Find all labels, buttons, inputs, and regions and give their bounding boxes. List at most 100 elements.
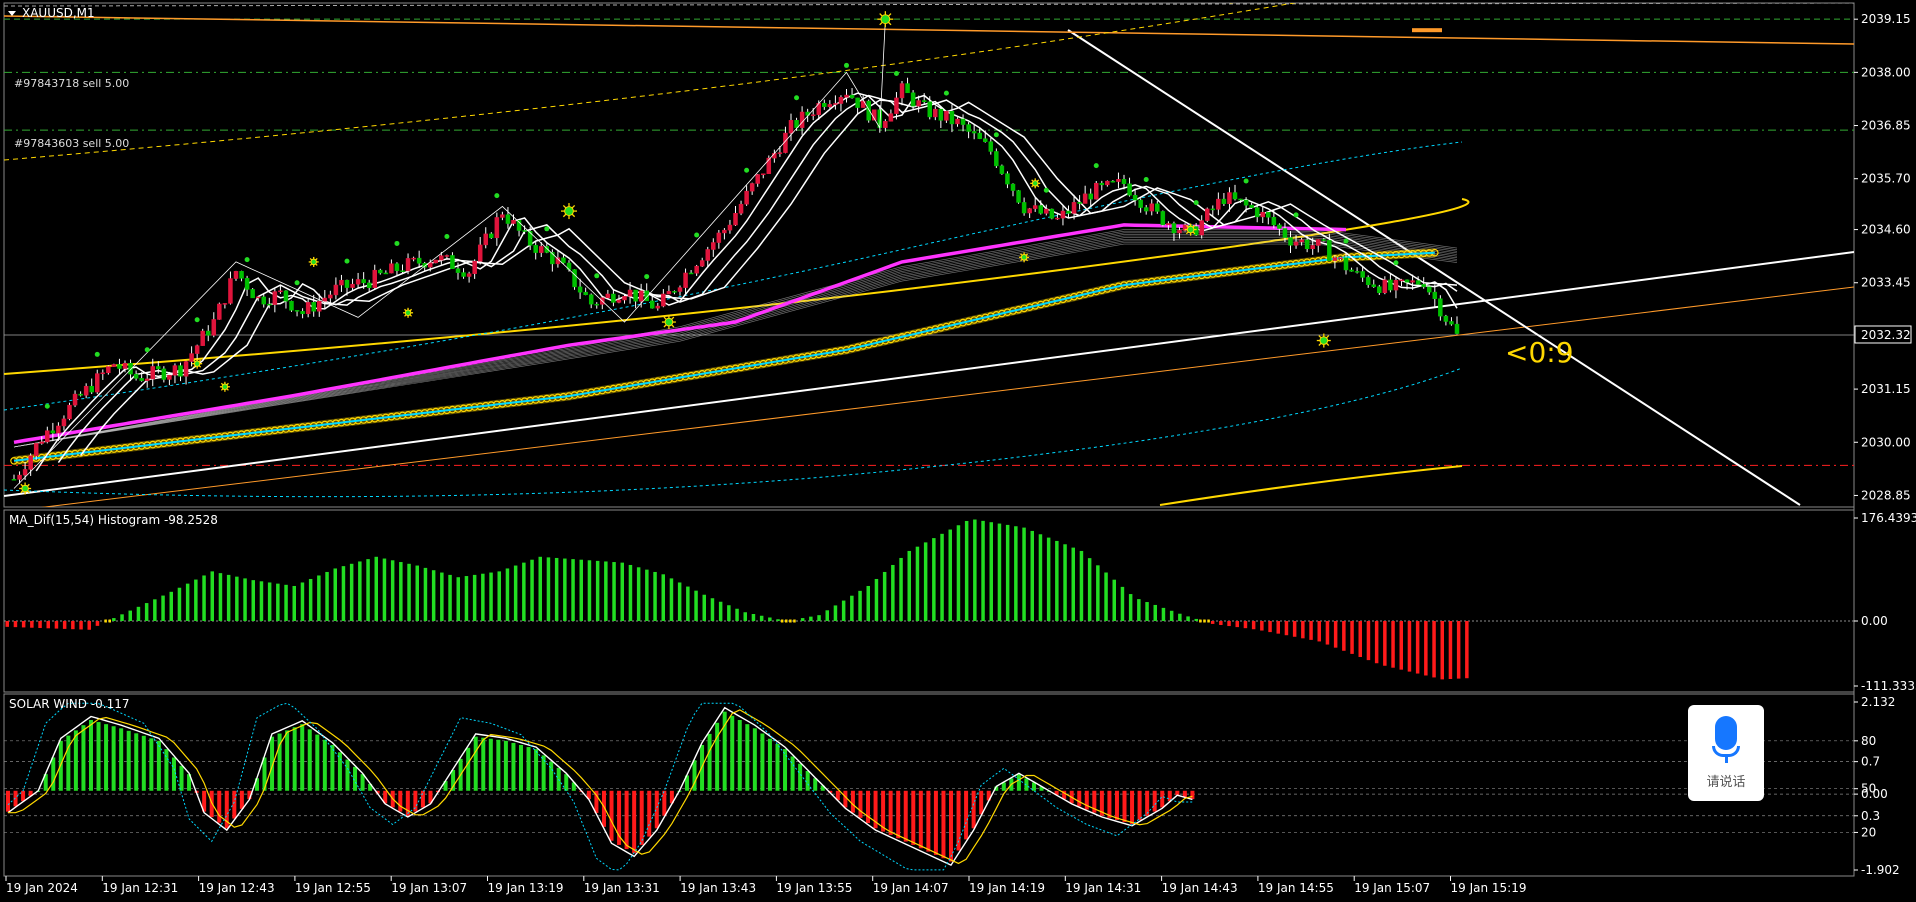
green-dot — [594, 273, 600, 279]
solar-bar — [730, 715, 735, 791]
candle-body — [994, 151, 999, 167]
solar-bar — [964, 790, 969, 840]
solar-bar — [488, 738, 493, 791]
time-tick-label: 19 Jan 15:07 — [1354, 881, 1430, 895]
candle-body — [1121, 179, 1127, 185]
candle-body — [416, 257, 422, 264]
candle-body — [1116, 179, 1121, 182]
solar-bar — [541, 755, 546, 791]
candle-body — [788, 120, 794, 134]
candle-body — [572, 269, 577, 288]
time-tick-label: 19 Jan 13:43 — [680, 881, 756, 895]
hist-bar — [841, 600, 846, 622]
hist-bar — [677, 582, 682, 622]
solar-title: SOLAR WIND -0.117 — [9, 697, 130, 711]
hist-bar — [825, 610, 829, 622]
hist-bar — [1203, 619, 1206, 623]
solar-bar — [632, 790, 637, 854]
solar-bar — [496, 739, 501, 791]
solar-bar — [1190, 790, 1195, 800]
histogram-panel-frame — [3, 509, 1855, 693]
fractal-star-icon — [877, 11, 894, 28]
candle-body — [1393, 279, 1399, 291]
hist-bar — [1219, 621, 1223, 625]
solar-bar — [307, 729, 312, 791]
candle-body — [611, 293, 616, 303]
candle-body — [483, 233, 488, 246]
time-tick-label: 19 Jan 14:19 — [969, 881, 1045, 895]
candle-body — [744, 190, 749, 205]
hist-bar — [866, 585, 870, 622]
hist-bar — [1153, 604, 1157, 622]
hist-bar — [30, 621, 34, 628]
candle-body — [239, 271, 244, 279]
candle-body — [539, 246, 544, 253]
hist-bar — [940, 533, 944, 622]
candle-body — [1082, 193, 1088, 204]
solar-bar — [911, 790, 916, 845]
candle-body — [533, 245, 538, 253]
hist-bar — [108, 619, 111, 623]
solar-tick-label: 2.132 — [1861, 695, 1895, 709]
hist-bar — [891, 564, 895, 622]
hist-bar — [571, 559, 575, 622]
symbol-header[interactable]: XAUUSD,M1 — [8, 6, 95, 20]
hist-bar — [218, 573, 223, 622]
candle-body — [1360, 271, 1365, 278]
green-dot — [1043, 187, 1049, 193]
hist-bar — [915, 546, 920, 622]
hist-bar — [735, 608, 739, 622]
voice-input-button[interactable]: 请说话 — [1688, 705, 1764, 801]
hist-bar — [817, 615, 821, 622]
symbol-label: XAUUSD,M1 — [22, 6, 95, 20]
candle-body — [755, 174, 760, 184]
price-tick-label: 2038.00 — [1861, 65, 1911, 79]
triangle-down-icon[interactable] — [8, 11, 16, 16]
solar-bar — [1152, 790, 1157, 812]
hist-bar — [793, 619, 796, 623]
top-orange-line — [4, 15, 1854, 45]
candle-body — [799, 111, 805, 128]
green-dot — [1243, 178, 1249, 184]
hist-bar — [1210, 621, 1215, 624]
candle-body — [289, 300, 294, 311]
hist-bar — [1374, 621, 1379, 664]
candle-body — [527, 231, 533, 246]
hist-bar — [95, 621, 100, 626]
candle-body — [766, 157, 772, 174]
hist-bar — [981, 520, 985, 622]
solar-bar — [503, 740, 508, 791]
hist-bar — [1424, 621, 1428, 676]
solar-bar — [51, 757, 56, 791]
price-tick-label: 2031.15 — [1861, 382, 1911, 396]
solar-bar — [466, 747, 471, 791]
candle-body — [317, 301, 322, 312]
hist-bar — [785, 619, 788, 623]
hist-bar — [407, 563, 411, 622]
candle-body — [955, 118, 960, 125]
solar-bar — [979, 790, 984, 815]
solar-bar — [398, 790, 403, 812]
hist-bar — [1046, 537, 1051, 622]
hist-bar — [858, 590, 862, 622]
candle-body — [622, 296, 627, 301]
hist-bar — [1199, 619, 1202, 623]
candle-body — [183, 361, 189, 377]
trading-chart[interactable]: XAUUSD,M1 #97843718 sell 5.00 #97843603 … — [0, 0, 1916, 902]
solar-bar — [715, 722, 720, 791]
green-dot — [1193, 200, 1199, 206]
hist-bar — [1415, 621, 1420, 674]
candle-body — [378, 269, 383, 274]
candle-body — [28, 455, 33, 470]
hist-bar — [1440, 621, 1444, 680]
ribbon-line — [13, 232, 1458, 448]
order-label-2[interactable]: #97843603 sell 5.00 — [14, 137, 129, 150]
solar-bar — [805, 771, 810, 791]
hist-bar — [964, 520, 969, 622]
solar-bar — [752, 728, 757, 791]
candle-body — [672, 291, 677, 293]
hist-bar — [1366, 621, 1371, 661]
candle-body — [328, 294, 333, 299]
time-tick-label: 19 Jan 15:19 — [1451, 881, 1527, 895]
order-label-1[interactable]: #97843718 sell 5.00 — [14, 77, 129, 90]
